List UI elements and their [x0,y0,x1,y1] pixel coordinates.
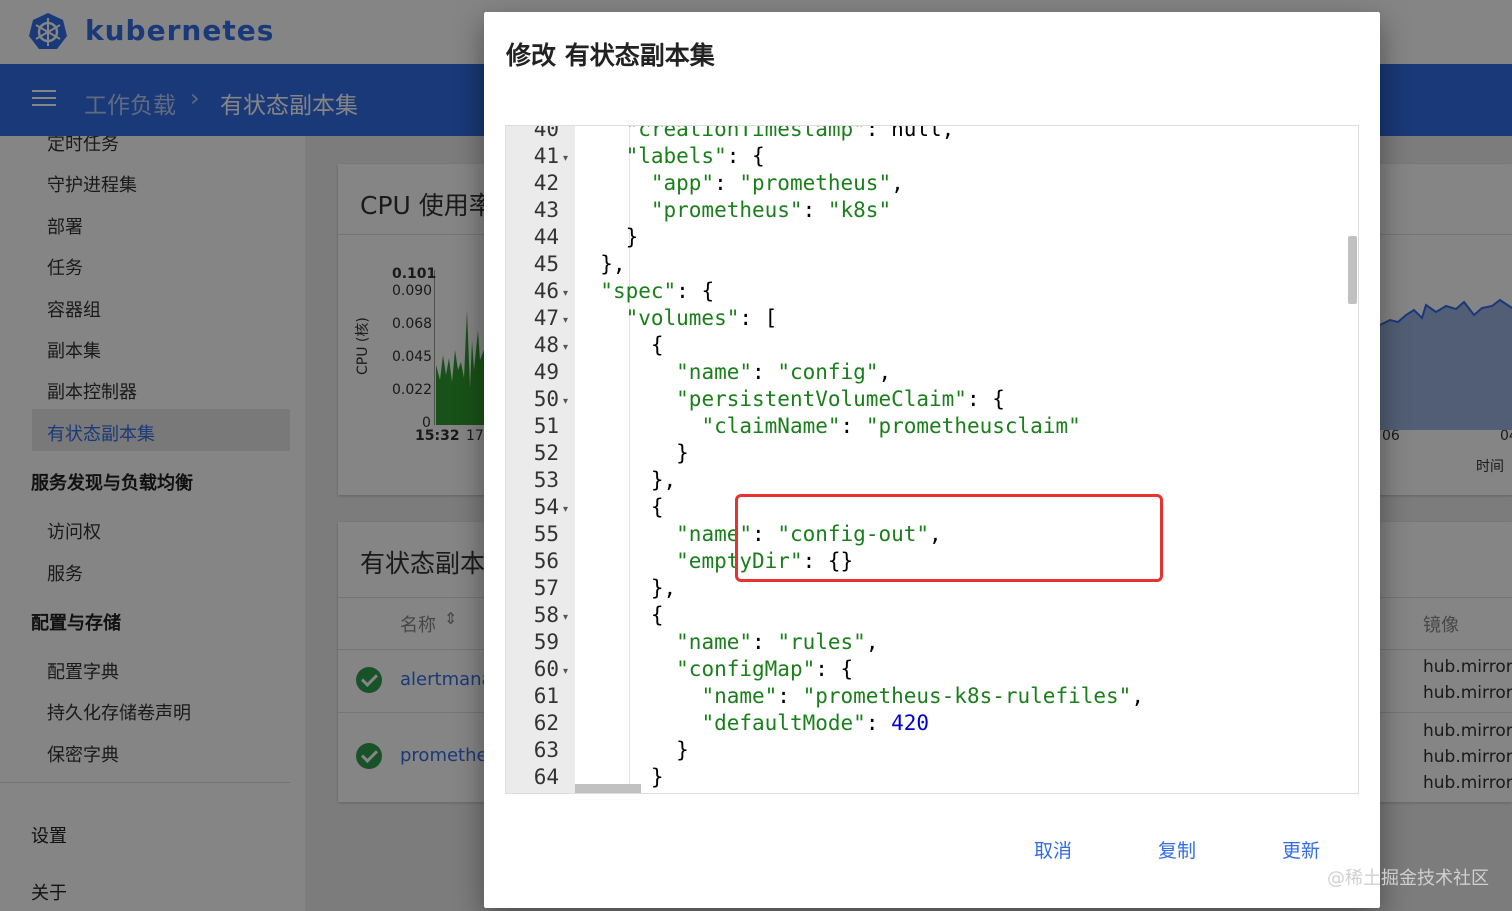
code-line-63: } [575,738,689,762]
line-number: 61 [533,684,559,708]
fold-toggle-icon[interactable]: ▾ [563,666,568,677]
vertical-scrollbar[interactable] [1348,236,1357,304]
line-number-gutter: 40 41 ▾ 42 43 44 45 46 ▾ 47 ▾ 48 ▾ 49 50 ▾ 51 52 53 54 ▾ 55 56… [506,125,575,793]
code-line-43: "prometheus": "k8s" [650,198,892,222]
fold-toggle-icon[interactable]: ▾ [563,153,568,164]
horizontal-scrollbar[interactable] [575,784,641,793]
code-line-49: "name": "config", [676,360,892,384]
code-line-51: "claimName": "prometheusclaim" [701,414,1081,438]
edit-statefulset-dialog: 修改 有状态副本集 40 41 ▾ 42 43 44 45 46 ▾ 47 ▾ 48 ▾ 49 50 ▾ 51 5… [484,12,1380,908]
code-line-48: { [575,333,664,357]
json-code-editor[interactable]: 40 41 ▾ 42 43 44 45 46 ▾ 47 ▾ 48 ▾ 49 50 ▾ 51 52 53 54 ▾ 55 56… [505,125,1359,794]
fold-toggle-icon[interactable]: ▾ [563,315,568,326]
code-line-41: "labels": { [625,144,765,168]
line-number: 54 [533,495,559,519]
line-number: 50 [533,387,559,411]
line-number: 64 [533,765,559,789]
code-line-60: "configMap": { [676,657,854,681]
line-number: 41 [533,144,559,168]
code-line-58: { [575,603,664,627]
copy-button[interactable]: 复制 [1158,836,1196,863]
line-number: 47 [533,306,559,330]
line-number: 56 [533,549,559,573]
code-line-57: }, [575,576,677,600]
line-number: 45 [533,252,559,276]
line-number: 63 [533,738,559,762]
dialog-title: 修改 有状态副本集 [506,41,715,70]
code-line-62: "defaultMode": 420 [701,711,930,735]
line-number: 42 [533,171,559,195]
line-number: 58 [533,603,559,627]
line-number: 57 [533,576,559,600]
code-line-47: "volumes": [ [625,306,778,330]
code-line-46: "spec": { [600,279,715,303]
fold-toggle-icon[interactable]: ▾ [563,612,568,623]
code-line-53: }, [575,468,677,492]
fold-toggle-icon[interactable]: ▾ [563,396,568,407]
code-line-52: } [575,441,689,465]
line-number: 51 [533,414,559,438]
line-number: 48 [533,333,559,357]
code-line-40: "creationTimestamp": null, [625,125,955,141]
line-number: 52 [533,441,559,465]
line-number: 44 [533,225,559,249]
code-line-50: "persistentVolumeClaim": { [676,387,1005,411]
highlight-annotation-box [735,494,1163,582]
line-number: 53 [533,468,559,492]
code-line-42: "app": "prometheus", [650,171,904,195]
line-number: 49 [533,360,559,384]
line-number: 46 [533,279,559,303]
code-line-45: }, [575,252,626,276]
line-number: 55 [533,522,559,546]
code-line-61: "name": "prometheus-k8s-rulefiles", [701,684,1144,708]
fold-toggle-icon[interactable]: ▾ [563,288,568,299]
code-line-54: { [575,495,664,519]
cancel-button[interactable]: 取消 [1034,836,1072,863]
line-number: 60 [533,657,559,681]
update-button[interactable]: 更新 [1282,836,1320,863]
watermark-text: @稀土掘金技术社区 [1327,868,1489,889]
line-number: 62 [533,711,559,735]
line-number: 40 [533,125,559,141]
fold-toggle-icon[interactable]: ▾ [563,504,568,515]
line-number: 59 [533,630,559,654]
code-line-59: "name": "rules", [676,630,879,654]
code-line-44: } [575,225,639,249]
line-number: 43 [533,198,559,222]
fold-toggle-icon[interactable]: ▾ [563,342,568,353]
